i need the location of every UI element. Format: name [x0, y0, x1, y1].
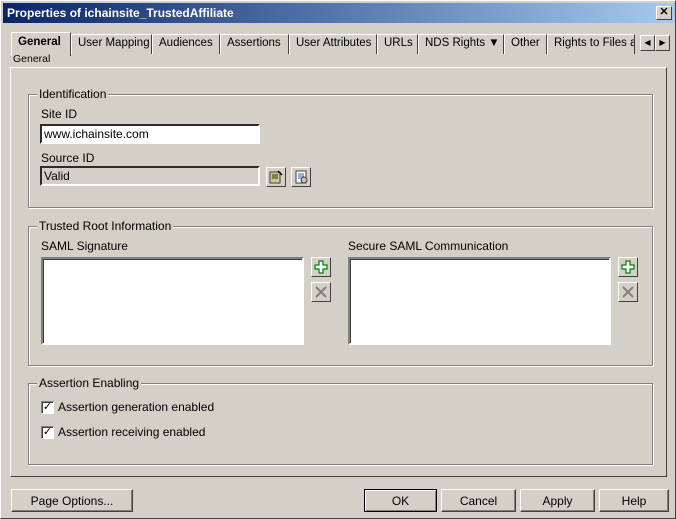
tab-other[interactable]: Other — [504, 34, 547, 54]
tab-rights-to-files[interactable]: Rights to Files a — [547, 34, 635, 54]
source-id-field[interactable]: Valid — [40, 166, 260, 186]
assertion-enabling-title: Assertion Enabling — [37, 376, 142, 390]
tab-user-mapping[interactable]: User Mapping — [71, 34, 152, 54]
tab-urls[interactable]: URLs — [377, 34, 418, 54]
site-id-label: Site ID — [41, 107, 78, 121]
assertion-generation-checkbox[interactable]: ✓ Assertion generation enabled — [41, 400, 214, 414]
delete-signature-icon[interactable] — [311, 282, 331, 302]
trusted-root-title: Trusted Root Information — [37, 219, 174, 233]
secure-saml-label: Secure SAML Communication — [348, 239, 509, 253]
subtab-general[interactable]: General — [13, 53, 50, 65]
identification-title: Identification — [37, 87, 109, 101]
cancel-button[interactable]: Cancel — [441, 489, 516, 512]
assertion-enabling-group: Assertion Enabling — [28, 376, 653, 465]
saml-signature-list[interactable] — [41, 257, 304, 345]
title-bar: Properties of ichainsite_TrustedAffiliat… — [3, 3, 675, 23]
close-icon[interactable]: ✕ — [656, 6, 672, 20]
source-id-label: Source ID — [41, 151, 95, 165]
tab-nds-rights[interactable]: NDS Rights ▼ — [418, 34, 504, 54]
tab-assertions[interactable]: Assertions — [220, 34, 289, 54]
object-history-icon[interactable] — [291, 167, 311, 187]
tab-audiences[interactable]: Audiences — [152, 34, 220, 54]
add-signature-icon[interactable] — [311, 257, 331, 277]
add-secure-saml-icon[interactable] — [618, 257, 638, 277]
help-button[interactable]: Help — [599, 489, 669, 512]
assertion-receiving-label: Assertion receiving enabled — [58, 425, 206, 439]
window-title: Properties of ichainsite_TrustedAffiliat… — [7, 6, 234, 20]
tab-scroll-left-icon[interactable]: ◀ — [640, 35, 655, 51]
tab-scroll-right-icon[interactable]: ▶ — [655, 35, 670, 51]
assertion-generation-label: Assertion generation enabled — [58, 400, 215, 414]
site-id-input[interactable]: www.ichainsite.com — [40, 124, 260, 144]
apply-button[interactable]: Apply — [520, 489, 595, 512]
check-icon[interactable]: ✓ — [41, 425, 54, 439]
page-options-button[interactable]: Page Options... — [11, 489, 133, 512]
check-icon[interactable]: ✓ — [41, 400, 54, 414]
delete-secure-saml-icon[interactable] — [618, 282, 638, 302]
identification-group: Identification — [28, 87, 653, 208]
assertion-receiving-checkbox[interactable]: ✓ Assertion receiving enabled — [41, 425, 205, 439]
secure-saml-list[interactable] — [348, 257, 611, 345]
saml-signature-label: SAML Signature — [41, 239, 128, 253]
tab-user-attributes[interactable]: User Attributes — [289, 34, 377, 54]
ok-button[interactable]: OK — [364, 489, 437, 512]
browse-object-icon[interactable] — [266, 167, 286, 187]
properties-dialog: Properties of ichainsite_TrustedAffiliat… — [0, 0, 676, 519]
